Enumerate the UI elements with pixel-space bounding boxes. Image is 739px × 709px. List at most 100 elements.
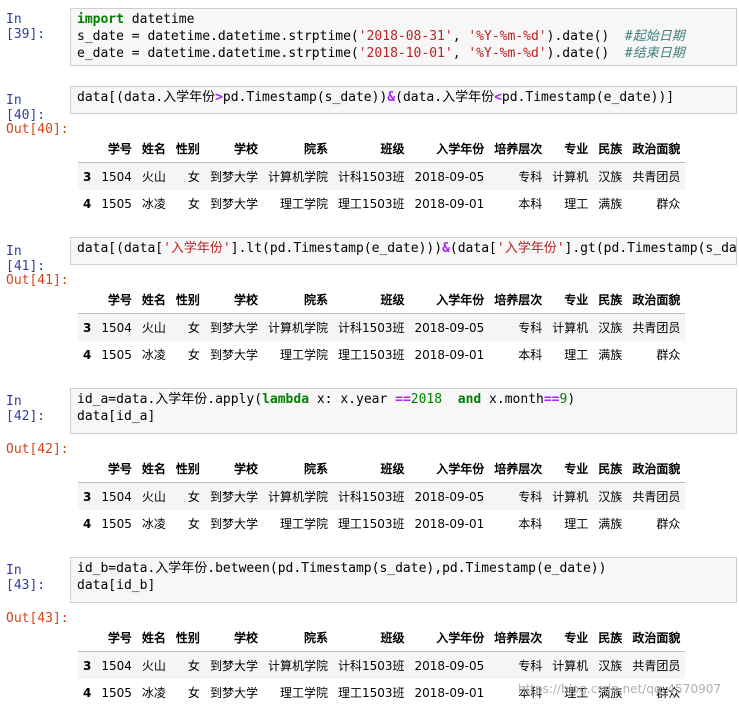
- table-cell: 2018-09-05: [414, 320, 485, 335]
- table-cell: 计科1503班: [337, 170, 405, 184]
- code-editor[interactable]: id_a=data.入学年份.apply(lambda x: x.year ==…: [70, 388, 737, 434]
- column-header: 学校: [204, 135, 263, 163]
- table-cell: 理工学院: [279, 686, 328, 700]
- table-cell: 计算机学院: [267, 170, 328, 184]
- column-header: 政治面貌: [627, 455, 686, 483]
- out-prompt: Out[40]:: [6, 122, 69, 137]
- column-header: 学校: [204, 455, 263, 483]
- column-header: 性别: [170, 286, 205, 314]
- table-cell: 理工学院: [279, 517, 328, 531]
- table-cell: 2018-09-01: [414, 196, 485, 211]
- column-header: 政治面貌: [627, 286, 686, 314]
- table-cell: 女: [187, 197, 200, 211]
- table-row: 4 1505 冰凌 女到梦大学 理工学院 理工1503班 2018-09-01 本科 理工 满族 群…: [78, 341, 685, 368]
- table-cell: 1505: [101, 347, 132, 362]
- dataframe-output: 学号 姓名 性别 学校 院系 班级 入学年份 培养层次 专业 民族 政治面貌 3 1504 火山女到梦大…: [78, 286, 686, 369]
- code-keyword: and: [457, 392, 482, 407]
- code-editor[interactable]: id_b=data.入学年份.between(pd.Timestamp(s_da…: [70, 557, 737, 603]
- table-cell: 火山: [141, 659, 166, 673]
- code-editor[interactable]: import datetime s_date = datetime.dateti…: [70, 8, 737, 66]
- column-header: 性别: [170, 455, 205, 483]
- code-string: '%Y-%m-%d': [468, 29, 547, 44]
- column-header: 培养层次: [489, 624, 548, 652]
- table-cell: 冰凌: [141, 686, 166, 700]
- table-cell: 女: [187, 686, 200, 700]
- column-header: 政治面貌: [627, 135, 686, 163]
- table-cell: 计算机: [552, 321, 589, 335]
- table-cell: 1504: [101, 169, 132, 184]
- column-header: 民族: [593, 135, 628, 163]
- table-cell: 本科: [518, 517, 543, 531]
- table-cell: 群众: [656, 517, 681, 531]
- table-cell: 1505: [101, 516, 132, 531]
- table-row: 3 1504 火山 女到梦大学 计算机学院 计科1503班 2018-09-05 专科 计算机汉…: [78, 482, 686, 510]
- column-header: 培养层次: [489, 135, 548, 163]
- table-header-row: 学号 姓名 性别 学校 院系 班级 入学年份 培养层次 专业 民族 政治面貌: [78, 455, 686, 483]
- out-prompt: Out[42]:: [6, 442, 69, 457]
- table-cell: 专科: [518, 170, 543, 184]
- code-string: '入学年份': [496, 241, 565, 256]
- code-editor[interactable]: data[(data.入学年份>pd.Timestamp(s_date))&(d…: [70, 86, 737, 114]
- column-header: 院系: [262, 455, 333, 483]
- table-cell: 计算机学院: [267, 490, 328, 504]
- code-number: 9: [559, 392, 568, 407]
- table-row: 3 1504 火山 女到梦大学 计算机学院 计科1503班 2018-09-05 专科 计算机汉…: [78, 162, 686, 190]
- row-index: 4: [83, 516, 92, 531]
- table-body: 3 1504 火山女到梦大学 计算机学院 计科1503班 2018-09-05 专科 计算机汉…: [78, 313, 686, 369]
- code-operator: &: [442, 241, 450, 256]
- table-row: 4 1505 冰凌 女到梦大学 理工学院 理工1503班 2018-09-01 本科 理工 满族 群…: [78, 510, 685, 537]
- table-header-row: 学号 姓名 性别 学校 院系 班级 入学年份 培养层次 专业 民族 政治面貌: [78, 624, 686, 652]
- column-header: 民族: [593, 455, 628, 483]
- table-cell: 理工: [564, 348, 589, 362]
- code-operator: ==: [543, 392, 560, 407]
- column-header: 姓名: [136, 135, 171, 163]
- row-index: 3: [83, 489, 92, 504]
- column-header: 学校: [204, 624, 263, 652]
- column-header: 入学年份: [409, 455, 490, 483]
- code-editor[interactable]: data[(data['入学年份'].lt(pd.Timestamp(e_dat…: [70, 237, 737, 265]
- column-header: 班级: [332, 286, 410, 314]
- dataframe-output: 学号 姓名 性别 学校 院系 班级 入学年份 培养层次 专业 民族 政治面貌 3 1504 火山女到梦大…: [78, 455, 686, 538]
- column-header: 入学年份: [409, 624, 490, 652]
- table-body: 3 1504 火山女到梦大学 计算机学院 计科1503班 2018-09-05 专科 计算机汉…: [78, 162, 686, 218]
- out-prompt: Out[41]:: [6, 273, 69, 288]
- row-index: 4: [83, 196, 92, 211]
- column-header: 专业: [547, 455, 594, 483]
- column-header: 入学年份: [409, 286, 490, 314]
- table-cell: 火山: [141, 170, 166, 184]
- column-header: 专业: [547, 624, 594, 652]
- in-prompt: In [42]:: [6, 394, 46, 424]
- index-header: [78, 455, 97, 483]
- table-cell: 2018-09-01: [414, 347, 485, 362]
- index-header: [78, 624, 97, 652]
- column-header: 姓名: [136, 286, 171, 314]
- table-cell: 理工1503班: [337, 517, 405, 531]
- in-prompt: In [40]:: [6, 93, 46, 123]
- table-cell: 计算机: [552, 490, 589, 504]
- column-header: 学校: [204, 286, 263, 314]
- code-operator: <: [494, 90, 502, 105]
- table-cell: 2018-09-05: [414, 658, 485, 673]
- table-cell: 冰凌: [141, 348, 166, 362]
- table-cell: 到梦大学: [209, 659, 258, 673]
- code-number: 2018: [410, 392, 443, 407]
- code-operator: >: [215, 90, 223, 105]
- table-cell: 计科1503班: [337, 490, 405, 504]
- table-cell: 女: [187, 490, 200, 504]
- table-cell: 共青团员: [632, 170, 681, 184]
- table-cell: 2018-09-01: [414, 685, 485, 700]
- table-cell: 本科: [518, 197, 543, 211]
- index-header: [78, 286, 97, 314]
- in-prompt: In [41]:: [6, 244, 46, 274]
- table-header-row: 学号 姓名 性别 学校 院系 班级 入学年份 培养层次 专业 民族 政治面貌: [78, 286, 686, 314]
- dataframe-output: 学号 姓名 性别 学校 院系 班级 入学年份 培养层次 专业 民族 政治面貌 3 1504 火山女到梦大…: [78, 135, 686, 218]
- table-cell: 专科: [518, 659, 543, 673]
- table-cell: 火山: [141, 321, 166, 335]
- code-operator: ==: [395, 392, 411, 407]
- table-cell: 理工: [564, 197, 589, 211]
- table-cell: 计算机学院: [267, 659, 328, 673]
- table-cell: 到梦大学: [209, 321, 258, 335]
- table-cell: 共青团员: [632, 321, 681, 335]
- table-cell: 女: [187, 321, 200, 335]
- table-body: 3 1504 火山女到梦大学 计算机学院 计科1503班 2018-09-05 专科 计算机汉…: [78, 482, 686, 538]
